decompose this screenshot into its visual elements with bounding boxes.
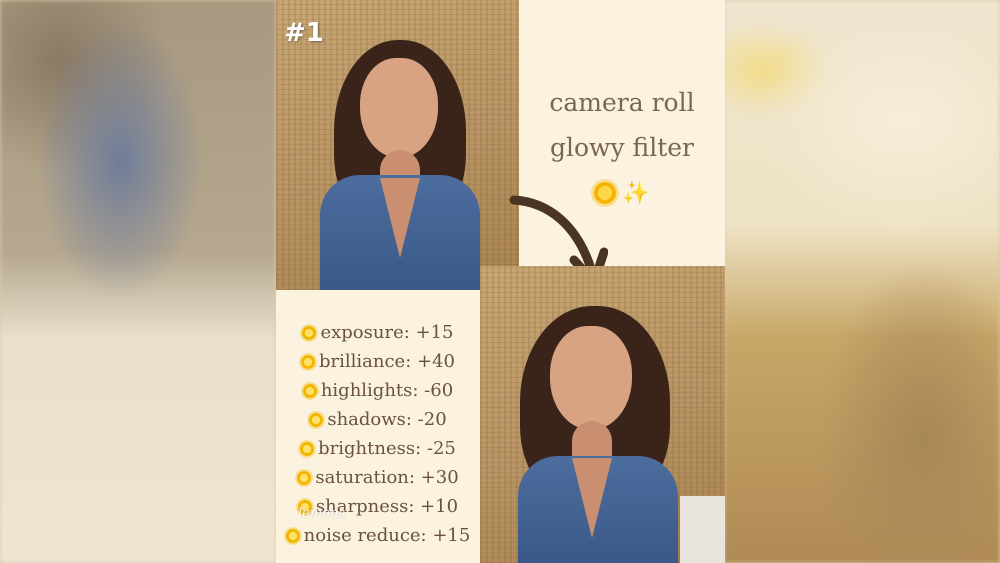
blurred-background-left (0, 0, 276, 563)
sun-icon (309, 412, 324, 427)
blurred-background-right (724, 0, 1000, 563)
setting-highlights: highlights: -60 (276, 376, 480, 405)
setting-label: exposure: +15 (320, 322, 454, 343)
before-photo: #1 (276, 0, 519, 290)
title-line-2: glowy filter (550, 133, 694, 162)
setting-label: brightness: -25 (318, 438, 456, 459)
sun-icon (301, 354, 315, 369)
setting-brilliance: brilliance: +40 (276, 347, 480, 376)
setting-label: saturation: +30 (315, 467, 459, 488)
setting-brightness: brightness: -25 (276, 434, 480, 463)
sun-icon (297, 470, 312, 485)
filter-title: camera roll glowy filter ✨ (519, 80, 725, 206)
setting-label: noise reduce: +15 (303, 525, 471, 546)
sun-icon (302, 383, 317, 398)
face-shape (550, 326, 632, 430)
setting-label: shadows: -20 (327, 409, 447, 430)
filter-card: #1 camera roll glowy filter ✨ exposure: … (276, 0, 725, 563)
sun-icon (300, 441, 315, 456)
setting-exposure: exposure: +15 (276, 318, 480, 347)
sun-icon (302, 325, 317, 340)
number-badge: #1 (284, 18, 324, 48)
after-photo (480, 266, 725, 563)
wall-strip (680, 496, 725, 563)
sun-icon (285, 528, 300, 543)
setting-noise-reduce: noise reduce: +15 (276, 521, 480, 550)
setting-label: brilliance: +40 (319, 351, 455, 372)
face-shape (360, 58, 438, 158)
watermark: lemons (298, 506, 346, 521)
setting-label: highlights: -60 (320, 380, 454, 401)
setting-saturation: saturation: +30 (276, 463, 480, 492)
title-line-1: camera roll (549, 88, 695, 117)
sparkles-icon: ✨ (622, 180, 650, 206)
setting-shadows: shadows: -20 (276, 405, 480, 434)
